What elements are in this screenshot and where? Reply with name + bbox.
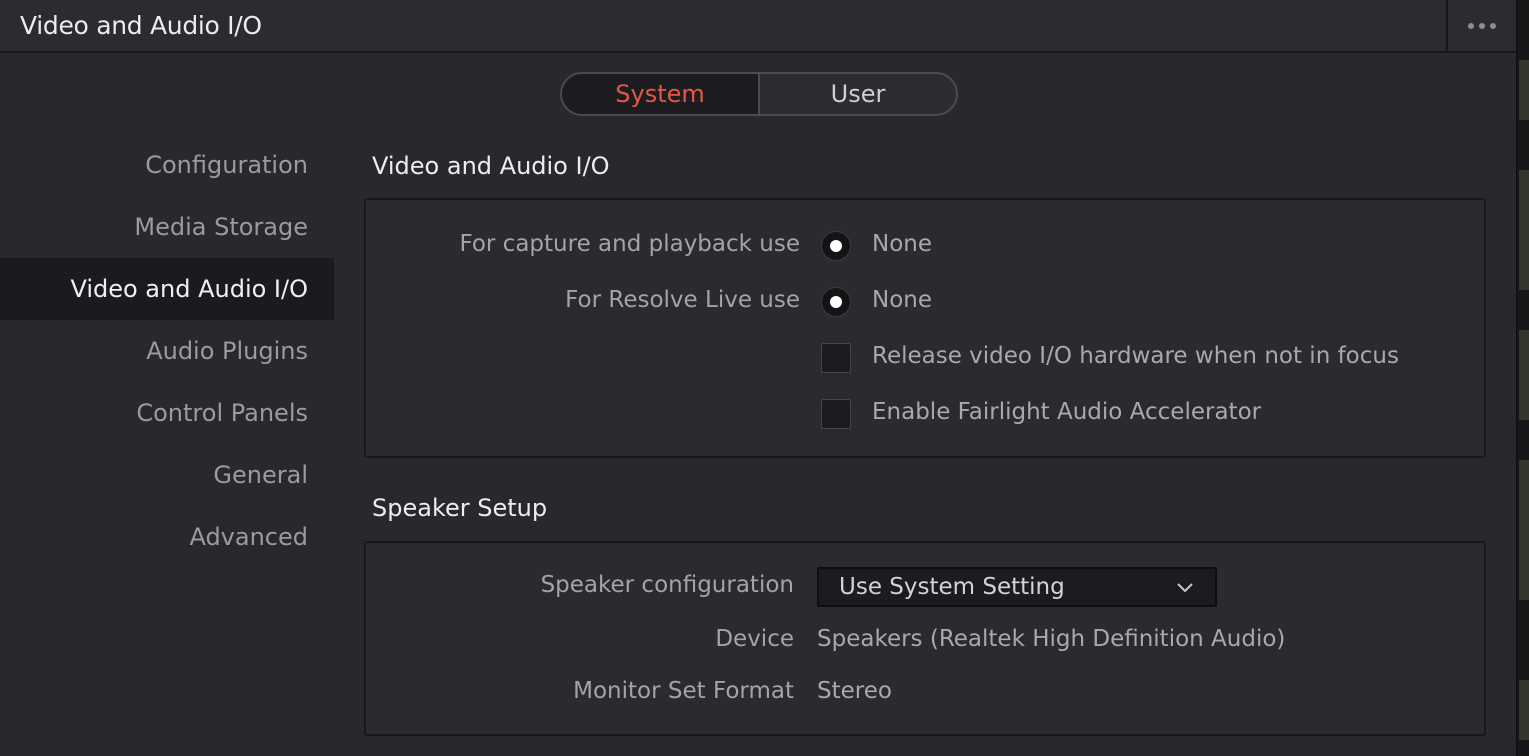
video-audio-io-section-title: Video and Audio I/O [372,152,610,180]
capture-playback-radio[interactable] [821,231,851,261]
device-value: Speakers (Realtek High Definition Audio) [817,626,1286,652]
monitor-set-format-value: Stereo [817,678,892,704]
speaker-configuration-value: Use System Setting [839,574,1065,600]
capture-playback-value: None [872,231,933,257]
video-audio-io-panel: For capture and playback use None For Re… [364,198,1486,458]
resolve-live-radio[interactable] [821,287,851,317]
speaker-configuration-label: Speaker configuration [540,572,794,598]
sidebar-item-control-panels[interactable]: Control Panels [0,382,334,444]
fairlight-accelerator-checkbox[interactable] [821,399,851,429]
sidebar-item-video-and-audio-io[interactable]: Video and Audio I/O [0,258,334,320]
more-options-button[interactable] [1446,0,1516,52]
sidebar-item-general[interactable]: General [0,444,334,506]
settings-scope-toggle: System User [560,72,958,116]
release-hardware-label: Release video I/O hardware when not in f… [872,343,1399,369]
tab-system[interactable]: System [562,74,758,114]
speaker-setup-panel: Speaker configuration Use System Setting… [364,541,1486,736]
speaker-configuration-dropdown[interactable]: Use System Setting [817,567,1217,607]
speaker-setup-section-title: Speaker Setup [372,494,548,522]
sidebar-item-advanced[interactable]: Advanced [0,506,334,568]
sidebar: Configuration Media Storage Video and Au… [0,134,334,568]
more-options-icon [1468,23,1474,29]
window-title: Video and Audio I/O [20,11,262,40]
device-label: Device [715,626,794,652]
chevron-down-icon [1177,583,1193,593]
background-window-edge [1516,0,1529,756]
monitor-set-format-label: Monitor Set Format [573,678,794,704]
tab-user[interactable]: User [758,74,956,114]
title-bar: Video and Audio I/O [0,0,1516,53]
sidebar-item-configuration[interactable]: Configuration [0,134,334,196]
fairlight-accelerator-label: Enable Fairlight Audio Accelerator [872,399,1262,425]
resolve-live-value: None [872,287,933,313]
sidebar-item-audio-plugins[interactable]: Audio Plugins [0,320,334,382]
resolve-live-label: For Resolve Live use [565,287,800,313]
capture-playback-label: For capture and playback use [459,231,800,257]
sidebar-item-media-storage[interactable]: Media Storage [0,196,334,258]
release-hardware-checkbox[interactable] [821,343,851,373]
